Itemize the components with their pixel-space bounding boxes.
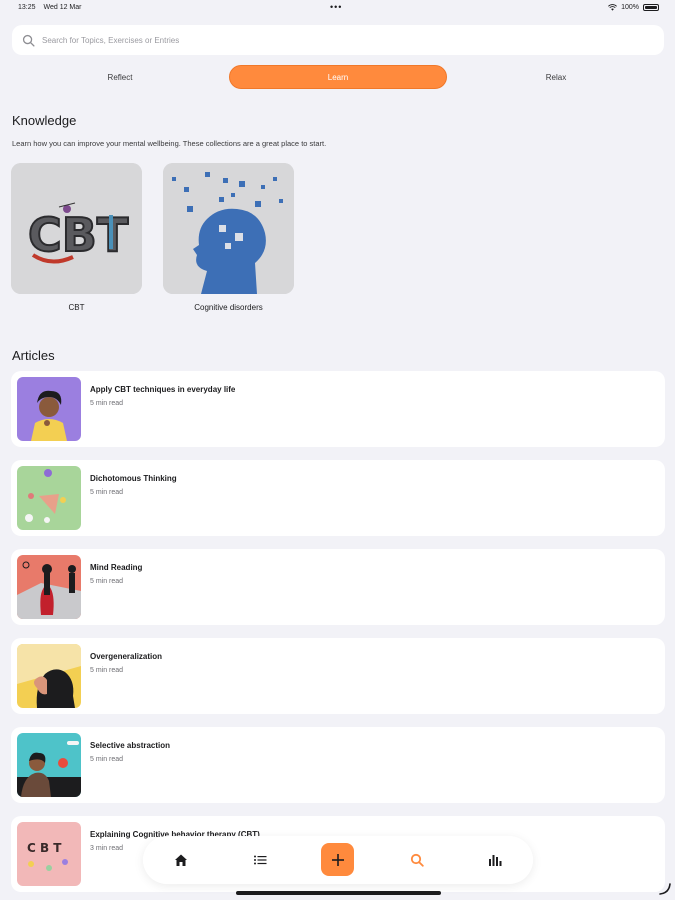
list-icon <box>254 855 267 865</box>
article-title: Selective abstraction <box>90 741 171 750</box>
status-right: 100% <box>608 4 659 11</box>
cbt-collection-image: CBT <box>11 163 142 294</box>
collection-label: CBT <box>68 303 85 312</box>
battery-icon <box>643 4 659 11</box>
svg-text:C B T: C B T <box>27 841 62 855</box>
article-thumbnail <box>17 733 81 797</box>
battery-percentage: 100% <box>621 4 639 11</box>
article-card[interactable]: Overgeneralization 5 min read <box>11 638 665 714</box>
search-icon <box>410 853 424 867</box>
article-card[interactable]: Selective abstraction 5 min read <box>11 727 665 803</box>
article-read-time: 5 min read <box>90 489 124 496</box>
collection-cognitive-disorders[interactable]: Cognitive disorders <box>163 163 294 312</box>
article-read-time: 5 min read <box>90 756 124 763</box>
article-read-time: 3 min read <box>90 845 124 852</box>
collection-label: Cognitive disorders <box>194 303 263 312</box>
home-tab[interactable] <box>169 848 193 872</box>
article-thumbnail: C B T <box>17 822 81 886</box>
bottom-tab-bar <box>143 836 533 884</box>
home-icon <box>175 854 187 866</box>
search-icon <box>22 34 35 47</box>
cognitive-collection-image <box>163 163 294 294</box>
segmented-control: Reflect Learn Relax <box>12 65 664 89</box>
article-thumbnail <box>17 555 81 619</box>
tab-relax[interactable]: Relax <box>448 65 664 89</box>
collection-cbt[interactable]: CBT CBT <box>11 163 142 312</box>
multitasking-dots[interactable]: ••• <box>330 2 342 12</box>
search-bar[interactable] <box>12 25 664 55</box>
cbt-logo-illustration: CBT <box>11 163 142 294</box>
article-title: Dichotomous Thinking <box>90 474 177 483</box>
cbt-letters-illustration: C B T <box>17 822 81 886</box>
add-entry-button[interactable] <box>321 843 354 876</box>
list-tab[interactable] <box>248 848 272 872</box>
article-title: Mind Reading <box>90 563 143 572</box>
bar-chart-icon <box>489 855 502 866</box>
selective-abstraction-illustration <box>17 733 81 797</box>
article-thumbnail <box>17 377 81 441</box>
overgeneralization-illustration <box>17 644 81 708</box>
article-title: Apply CBT techniques in everyday life <box>90 385 236 394</box>
resize-handle-icon[interactable] <box>658 882 672 896</box>
mind-reading-illustration <box>17 555 81 619</box>
article-read-time: 5 min read <box>90 578 124 585</box>
wifi-icon <box>608 4 618 11</box>
thinking-person-illustration <box>17 377 81 441</box>
article-card[interactable]: Mind Reading 5 min read <box>11 549 665 625</box>
search-tab[interactable] <box>405 848 429 872</box>
status-left: 13:25 Wed 12 Mar <box>18 4 87 11</box>
plus-icon <box>331 853 344 866</box>
article-title: Overgeneralization <box>90 652 163 661</box>
knowledge-description: Learn how you can improve your mental we… <box>12 139 327 148</box>
article-thumbnail <box>17 466 81 530</box>
knowledge-heading: Knowledge <box>12 113 77 128</box>
stats-tab[interactable] <box>483 848 507 872</box>
status-time: 13:25 <box>18 4 36 11</box>
svg-text:CBT: CBT <box>28 208 129 262</box>
article-thumbnail <box>17 644 81 708</box>
dichotomous-illustration <box>17 466 81 530</box>
articles-heading: Articles <box>12 348 55 363</box>
tab-learn[interactable]: Learn <box>229 65 447 89</box>
article-read-time: 5 min read <box>90 667 124 674</box>
tab-reflect[interactable]: Reflect <box>12 65 228 89</box>
article-card[interactable]: Dichotomous Thinking 5 min read <box>11 460 665 536</box>
status-date: Wed 12 Mar <box>43 4 82 11</box>
search-input[interactable] <box>42 35 602 45</box>
article-card[interactable]: Apply CBT techniques in everyday life 5 … <box>11 371 665 447</box>
status-bar: 13:25 Wed 12 Mar ••• 100% <box>0 0 675 18</box>
home-indicator[interactable] <box>236 891 441 895</box>
head-puzzle-illustration <box>163 163 294 294</box>
article-read-time: 5 min read <box>90 400 124 407</box>
